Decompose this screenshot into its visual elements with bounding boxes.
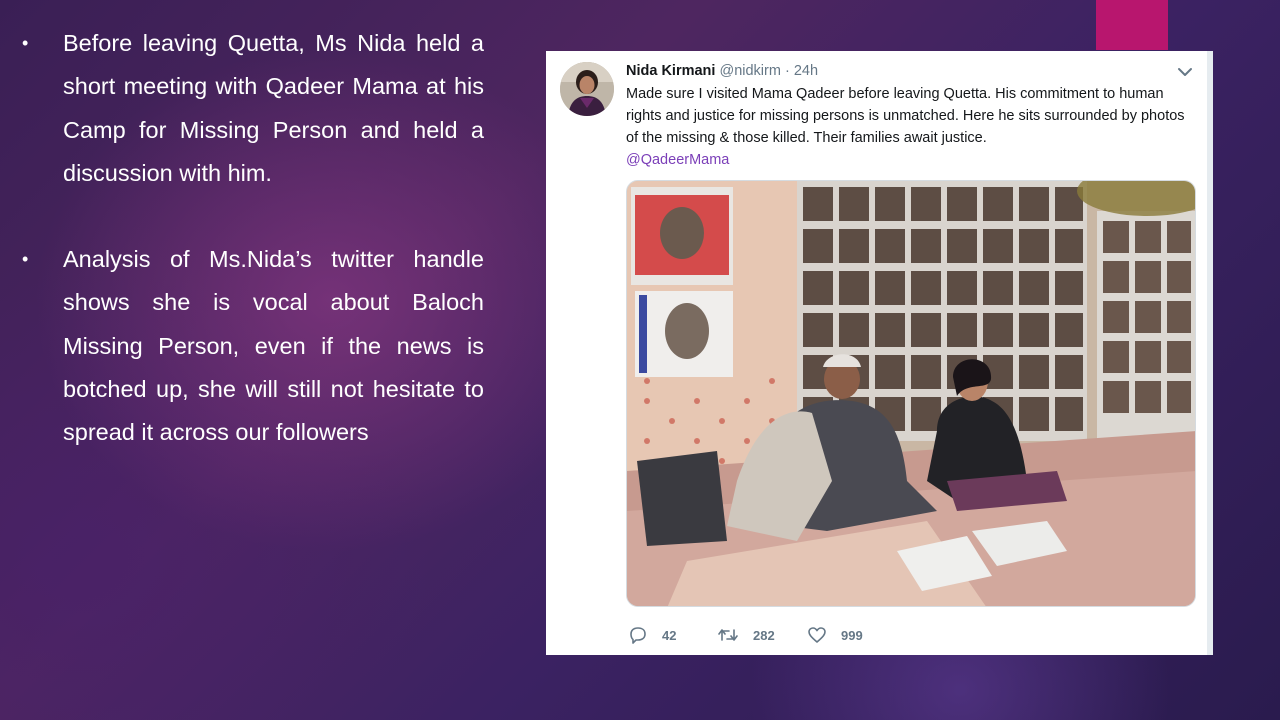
heart-icon — [808, 627, 826, 643]
bullet-text: Before leaving Quetta, Ms Nida held a sh… — [63, 30, 484, 186]
retweet-icon — [718, 629, 738, 641]
reply-count: 42 — [662, 627, 677, 643]
bullet-item: • Analysis of Ms.Nida’s twitter handle s… — [22, 238, 484, 454]
reply-icon — [630, 627, 646, 644]
like-button[interactable]: 999 — [807, 624, 863, 646]
user-handle[interactable]: @nidkirm — [719, 63, 780, 79]
avatar-image — [560, 62, 614, 116]
retweet-count: 282 — [753, 627, 775, 643]
bullet-list: • Before leaving Quetta, Ms Nida held a … — [22, 22, 484, 498]
mention-link[interactable]: @QadeerMama — [626, 152, 729, 168]
tweet-text: Made sure I visited Mama Qadeer before l… — [626, 83, 1196, 171]
bullet-item: • Before leaving Quetta, Ms Nida held a … — [22, 22, 484, 195]
tweet-photo[interactable] — [626, 180, 1196, 607]
tweet-header: Nida Kirmani @nidkirm · 24h — [626, 62, 818, 80]
accent-bar — [1096, 0, 1168, 50]
bullet-marker: • — [22, 249, 29, 270]
avatar[interactable] — [560, 62, 614, 116]
display-name[interactable]: Nida Kirmani — [626, 63, 715, 79]
chevron-down-icon[interactable] — [1176, 63, 1194, 81]
like-count: 999 — [841, 627, 863, 643]
separator: · — [784, 63, 790, 79]
photo-image — [627, 181, 1195, 606]
tweet-card: Nida Kirmani @nidkirm · 24h Made sure I … — [546, 51, 1213, 655]
retweet-button[interactable]: 282 — [717, 624, 775, 646]
bullet-text: Analysis of Ms.Nida’s twitter handle sho… — [63, 246, 484, 446]
timestamp[interactable]: 24h — [794, 63, 818, 79]
reply-button[interactable]: 42 — [628, 624, 676, 646]
bullet-marker: • — [22, 33, 29, 53]
tweet-body: Made sure I visited Mama Qadeer before l… — [626, 86, 1185, 146]
